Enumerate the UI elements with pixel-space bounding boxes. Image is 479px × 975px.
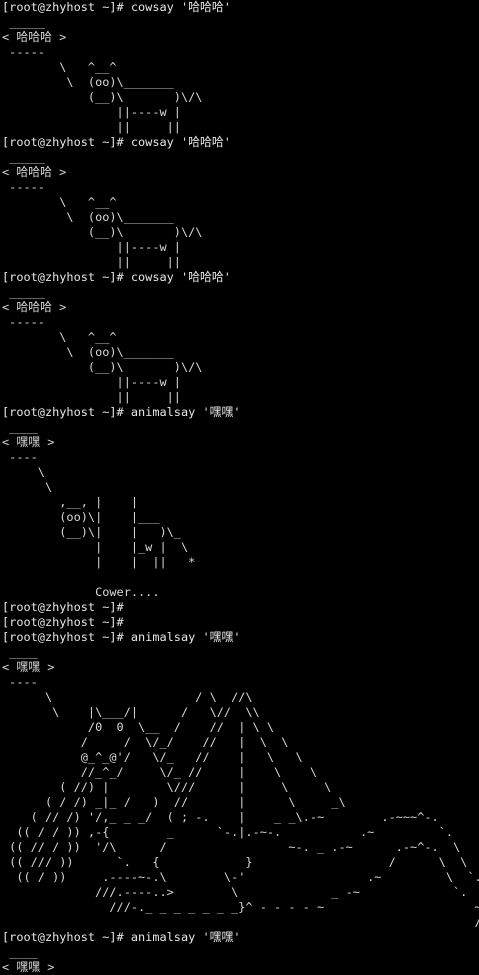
output-line: ///.----..> \ _ -~ `. ^-` ^-_ (95, 885, 468, 899)
output-line: (( / / )) ,-{ _ `-.|.-~-. .~ `. (2, 825, 454, 839)
output-line: < 嘿嘿 > (2, 435, 55, 449)
output-line: | | || * (2, 555, 196, 569)
output-line: (( /// )) `. { } / \ \ (2, 855, 468, 869)
output-line: \ (oo)\_______ (2, 345, 174, 359)
output-line: < 嘿嘿 > (2, 660, 55, 674)
command-prompt-line: [root@zhyhost ~]# cowsay '哈哈哈' (2, 270, 231, 284)
output-line: \ ^__^ (2, 330, 117, 344)
output-line: \ (oo)\_______ (2, 75, 174, 89)
output-line: ____ (2, 945, 38, 959)
output-line: < 哈哈哈 > (2, 30, 67, 44)
output-line: \ (2, 465, 45, 479)
output-line: ||----w | (2, 240, 181, 254)
output-line: //_^_/ \/_ // | \ \ (2, 765, 317, 779)
output-line: _____ (2, 150, 45, 164)
output-line: ( // /) '/,_ _ _/ ( ; -. | _ _\.-~ .-~~~… (2, 810, 439, 824)
output-line: ----- (2, 45, 45, 59)
output-line: (oo)\| |___ (2, 510, 160, 524)
output-line: ||----w | (2, 105, 181, 119)
output-line: ||----w | (2, 375, 181, 389)
output-line: ,__, | | (2, 495, 139, 509)
command-prompt-line: [root@zhyhost ~]# cowsay '哈哈哈' (2, 135, 231, 149)
command-prompt-line: [root@zhyhost ~]# animalsay '嘿嘿' (2, 405, 241, 419)
output-line: < 哈哈哈 > (2, 165, 67, 179)
output-line: _____ (2, 15, 45, 29)
command-prompt-line: [root@zhyhost ~]# (2, 600, 124, 614)
output-line: \ (oo)\_______ (2, 210, 174, 224)
output-line: || || (2, 390, 181, 404)
output-line: ----- (2, 180, 45, 194)
output-line: ---- (2, 450, 38, 464)
output-line: /0 0 \__ / // | \ \ (2, 720, 275, 734)
terminal-output: [root@zhyhost ~]# cowsay '哈哈哈' _____ < 哈哈… (2, 0, 479, 975)
output-line: ( / /) _|_ / ) // | \ _\ (2, 795, 346, 809)
output-line: < 嘿嘿 > (2, 960, 55, 974)
output-line: ____ (2, 420, 38, 434)
output-line: (__)\| | )\_ (2, 525, 181, 539)
terminal-window[interactable]: [root@zhyhost ~]# cowsay '哈哈哈' _____ < 哈哈… (0, 0, 479, 975)
output-line: ( //) | \/// | \ \ (2, 780, 332, 794)
output-line: _____ (2, 285, 45, 299)
output-line: Cower.... (2, 585, 160, 599)
output-line: || || (2, 120, 181, 134)
output-line: < 哈哈哈 > (2, 300, 67, 314)
output-line: (( / )) .----~-.\ \-' .~ \ `. \^-. (2, 870, 479, 884)
command-prompt-line: [root@zhyhost ~]# (2, 615, 124, 629)
output-line: \ ^__^ (2, 60, 117, 74)
output-line: \ ^__^ (2, 195, 117, 209)
output-line: @_^_@'/ \/_ // | \ \ (2, 750, 303, 764)
output-line: (__)\ )\/\ (2, 360, 203, 374)
output-line: / / \/_/ // | \ \ (2, 735, 289, 749)
output-line: (__)\ )\/\ (2, 225, 203, 239)
output-line: ----- (2, 315, 45, 329)
output-line: /.-~ (2, 915, 479, 929)
output-line: | |_w | \ (2, 540, 189, 554)
output-line: \ / \ //\ (2, 690, 253, 704)
command-prompt-line: [root@zhyhost ~]# cowsay '哈哈哈' (2, 0, 231, 14)
output-line: ///-._ _ _ _ _ _ _}^ - - - - ~ ~-- ,.-~ (2, 900, 479, 914)
command-prompt-line: [root@zhyhost ~]# animalsay '嘿嘿' (2, 630, 241, 644)
output-line: ---- (2, 675, 38, 689)
output-line (2, 570, 479, 585)
output-line: (( // / )) '/\ / ~-. _ .-~ .-~^-. \ (2, 840, 461, 854)
output-line: \ |\___/| / \// \\ (2, 705, 260, 719)
output-line: (__)\ )\/\ (2, 90, 203, 104)
output-line: \ (2, 480, 53, 494)
command-prompt-line: [root@zhyhost ~]# animalsay '嘿嘿' (2, 930, 241, 944)
output-line: || || (2, 255, 181, 269)
output-line: ____ (2, 645, 38, 659)
